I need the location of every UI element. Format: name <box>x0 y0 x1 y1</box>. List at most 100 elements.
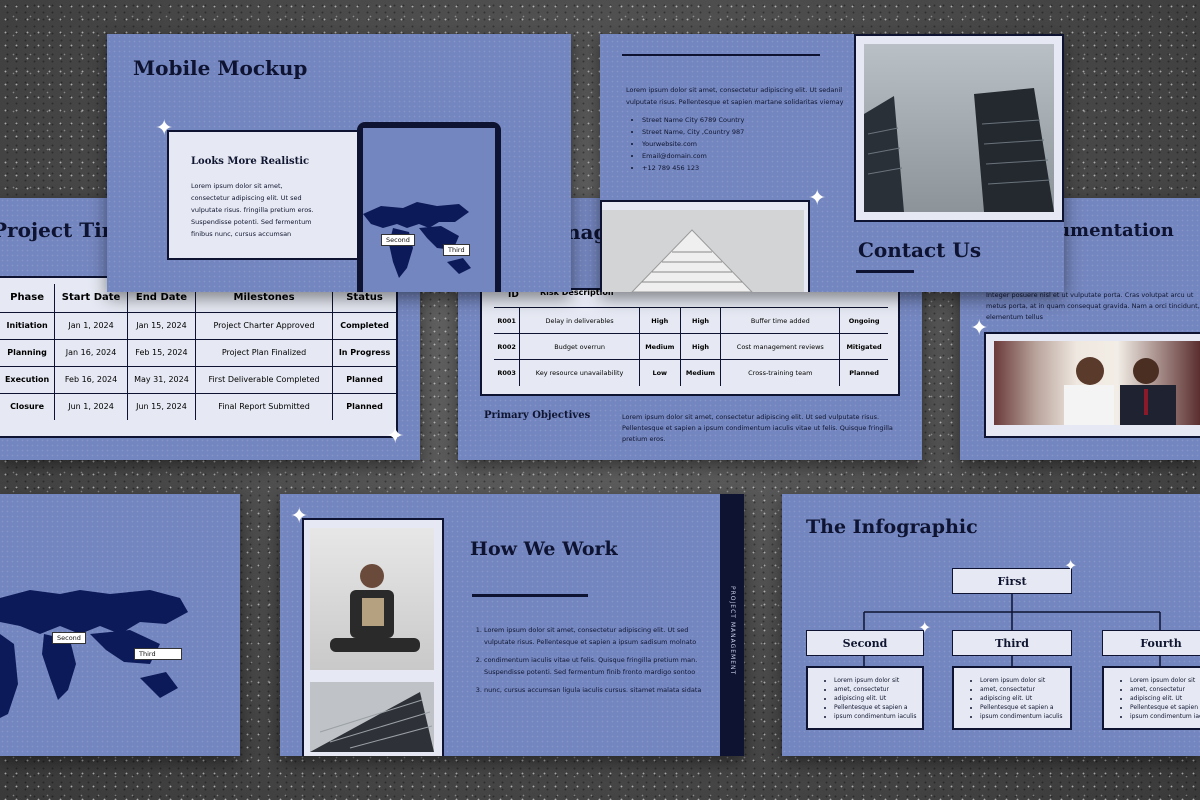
table-cell: Medium <box>638 333 681 360</box>
sparkle-icon: ✦ <box>918 618 932 637</box>
detail-item: adipiscing elit. Ut <box>980 694 1063 703</box>
sparkle-icon: ✦ <box>1064 556 1078 575</box>
skyscraper-photo <box>864 44 1054 212</box>
contact-address: Street Name, City ,Country 987 <box>642 126 744 138</box>
building-illustration <box>310 692 434 752</box>
slide-title: Mobile Mockup <box>133 56 308 80</box>
node-detail-second: Lorem ipsum dolor sit amet, consectetur … <box>806 666 924 730</box>
table-cell: Project Plan Finalized <box>194 338 333 366</box>
slide-title: Contact Us <box>858 238 982 262</box>
node-third: Third <box>952 630 1072 656</box>
table-cell: First Deliverable Completed <box>194 365 333 393</box>
detail-item: Pellentesque et sapien a <box>834 703 917 712</box>
table-cell: Initiation <box>0 311 55 339</box>
slide-title: How We Work <box>470 538 618 560</box>
objectives-text: Lorem ipsum dolor sit amet, consectetur … <box>622 413 893 443</box>
contact-address: Street Name City 6789 Country <box>642 114 744 126</box>
steps-list: Lorem ipsum dolor sit amet, consectetur … <box>470 624 720 702</box>
table-row: R001 Delay in deliverables High High Buf… <box>494 307 888 334</box>
table-cell: Final Report Submitted <box>194 392 333 420</box>
detail-item: Lorem ipsum dolor sit <box>1130 676 1200 685</box>
table-cell: Cost management reviews <box>720 333 840 360</box>
slide-mobile-mockup: Mobile Mockup Looks More Realistic Lorem… <box>107 34 571 292</box>
meeting-photo <box>994 341 1200 425</box>
detail-item: amet, consectetur <box>834 685 917 694</box>
sparkle-icon: ✦ <box>970 316 989 341</box>
table-cell: Medium <box>679 359 721 386</box>
side-band: PROJECT MANAGEMENT <box>720 494 744 756</box>
table-cell: Jun 15, 2024 <box>126 392 196 420</box>
table-cell: Delay in deliverables <box>519 307 640 334</box>
sparkle-icon: ✦ <box>155 116 174 141</box>
table-cell: Execution <box>0 365 55 393</box>
node-fourth: Fourth <box>1102 630 1200 656</box>
status-cell: Ongoing <box>839 307 888 334</box>
node-second: Second <box>806 630 924 656</box>
detail-item: adipiscing elit. Ut <box>1130 694 1200 703</box>
slide-title: cumentation <box>1046 220 1174 241</box>
side-label: PROJECT MANAGEMENT <box>729 586 736 676</box>
world-map <box>363 202 471 278</box>
table-cell: Project Charter Approved <box>194 311 333 339</box>
objectives-heading: Primary Objectives <box>484 410 591 421</box>
detail-item: Lorem ipsum dolor sit <box>834 676 917 685</box>
sparkle-icon: ✦ <box>386 424 405 449</box>
step-item: condimentum iaculis vitae ut felis. Quis… <box>484 654 720 678</box>
status-cell: Planned <box>332 392 396 420</box>
businessman-photo <box>310 528 434 670</box>
status-cell: Planned <box>332 365 396 393</box>
table-cell: Jun 1, 2024 <box>54 392 128 420</box>
map-label: Second <box>381 234 415 246</box>
detail-item: Pellentesque et sapien a <box>1130 703 1200 712</box>
feature-text: Lorem ipsum dolor sit amet, consectetur … <box>191 182 314 238</box>
node-first: First <box>952 568 1072 594</box>
table-cell: High <box>679 307 721 334</box>
table-cell: Low <box>638 359 681 386</box>
title-underline <box>856 270 914 273</box>
detail-item: ipsum condimentum iaculis <box>980 712 1063 721</box>
table-cell: R001 <box>494 307 520 334</box>
map-label: Second <box>52 632 86 644</box>
column-header: Phase <box>10 292 45 304</box>
detail-item: Lorem ipsum dolor sit <box>980 676 1063 685</box>
building-photo <box>310 682 434 752</box>
sparkle-icon: ✦ <box>290 504 309 529</box>
status-cell: In Progress <box>332 338 396 366</box>
map-label: Third <box>443 244 470 256</box>
title-underline <box>472 594 588 597</box>
step-item: Lorem ipsum dolor sit amet, consectetur … <box>484 624 720 648</box>
detail-item: amet, consectetur <box>1130 685 1200 694</box>
detail-item: ipsum condimentum iaculis <box>1130 712 1200 721</box>
detail-item: Pellentesque et sapien a <box>980 703 1063 712</box>
table-cell: Key resource unavailability <box>519 359 640 386</box>
status-cell: Completed <box>332 311 396 339</box>
node-detail-fourth: Lorem ipsum dolor sit amet, consectetur … <box>1102 666 1200 730</box>
step-item: nunc, cursus accumsan ligula iaculis cur… <box>484 684 720 696</box>
table-cell: R002 <box>494 333 520 360</box>
contact-website: Yourwebsite.com <box>642 138 744 150</box>
table-row: Closure Jun 1, 2024 Jun 15, 2024 Final R… <box>0 392 396 420</box>
risk-table: R001 Delay in deliverables High High Buf… <box>494 307 888 386</box>
table-cell: Jan 16, 2024 <box>54 338 128 366</box>
phone-mockup <box>357 122 501 292</box>
slide-world-map: Second Third <box>0 494 240 756</box>
slide-how-we-work: ✦ How We Work Lorem ipsum dolor sit amet… <box>280 494 744 756</box>
table-row: R002 Budget overrun Medium High Cost man… <box>494 333 888 360</box>
building-illustration <box>631 229 753 292</box>
table-cell: High <box>679 333 721 360</box>
table-row: Initiation Jan 1, 2024 Jan 15, 2024 Proj… <box>0 311 396 339</box>
contact-phone: +12 789 456 123 <box>642 162 744 174</box>
phone-screen <box>363 128 495 292</box>
table-cell: Buffer time added <box>720 307 840 334</box>
table-cell: Planning <box>0 338 55 366</box>
sparkle-icon: ✦ <box>808 186 827 211</box>
people-illustration <box>1064 357 1176 425</box>
detail-item: amet, consectetur <box>980 685 1063 694</box>
table-row: Execution Feb 16, 2024 May 31, 2024 Firs… <box>0 365 396 393</box>
detail-item: adipiscing elit. Ut <box>834 694 917 703</box>
table-cell: Feb 15, 2024 <box>126 338 196 366</box>
table-cell: Closure <box>0 392 55 420</box>
node-detail-third: Lorem ipsum dolor sit amet, consectetur … <box>952 666 1072 730</box>
table-row: R003 Key resource unavailability Low Med… <box>494 359 888 386</box>
contact-intro: Lorem ipsum dolor sit amet, consectetur … <box>626 86 844 106</box>
